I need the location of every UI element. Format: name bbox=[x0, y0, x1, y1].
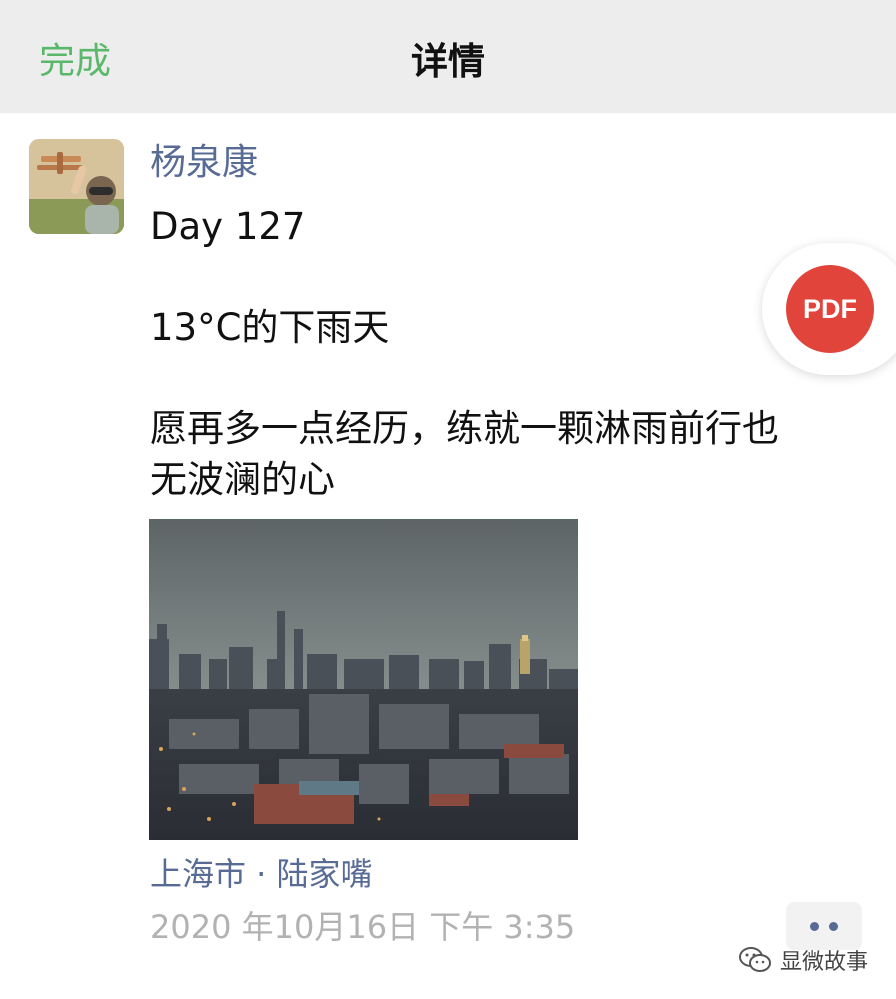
page-title: 详情 bbox=[411, 40, 485, 83]
watermark-text: 显微故事 bbox=[780, 950, 869, 975]
pdf-label: PDF bbox=[786, 265, 874, 353]
author-name[interactable]: 杨泉康 bbox=[150, 139, 258, 187]
post-text-line: 无波澜的心 bbox=[150, 458, 335, 501]
watermark: 显微故事 bbox=[738, 944, 868, 976]
post-text-line: 13°C的下雨天 bbox=[150, 306, 390, 349]
city-skyline-image bbox=[149, 519, 578, 840]
nav-bar: 完成 详情 bbox=[0, 0, 896, 113]
pdf-floating-button[interactable]: PDF bbox=[762, 243, 896, 375]
post-photo[interactable] bbox=[149, 519, 578, 840]
avatar-image bbox=[29, 139, 124, 234]
location-link[interactable]: 上海市 · 陆家嘴 bbox=[150, 852, 373, 896]
post-timestamp: 2020 年10月16日 下午 3:35 bbox=[150, 908, 576, 946]
post-text-line: 愿再多一点经历，练就一颗淋雨前行也 bbox=[150, 407, 779, 450]
more-dots-icon bbox=[829, 922, 838, 931]
avatar[interactable] bbox=[29, 139, 124, 234]
more-button[interactable] bbox=[786, 902, 862, 950]
more-dots-icon bbox=[810, 922, 819, 931]
wechat-icon bbox=[739, 947, 771, 972]
post-text-line: Day 127 bbox=[150, 205, 306, 248]
